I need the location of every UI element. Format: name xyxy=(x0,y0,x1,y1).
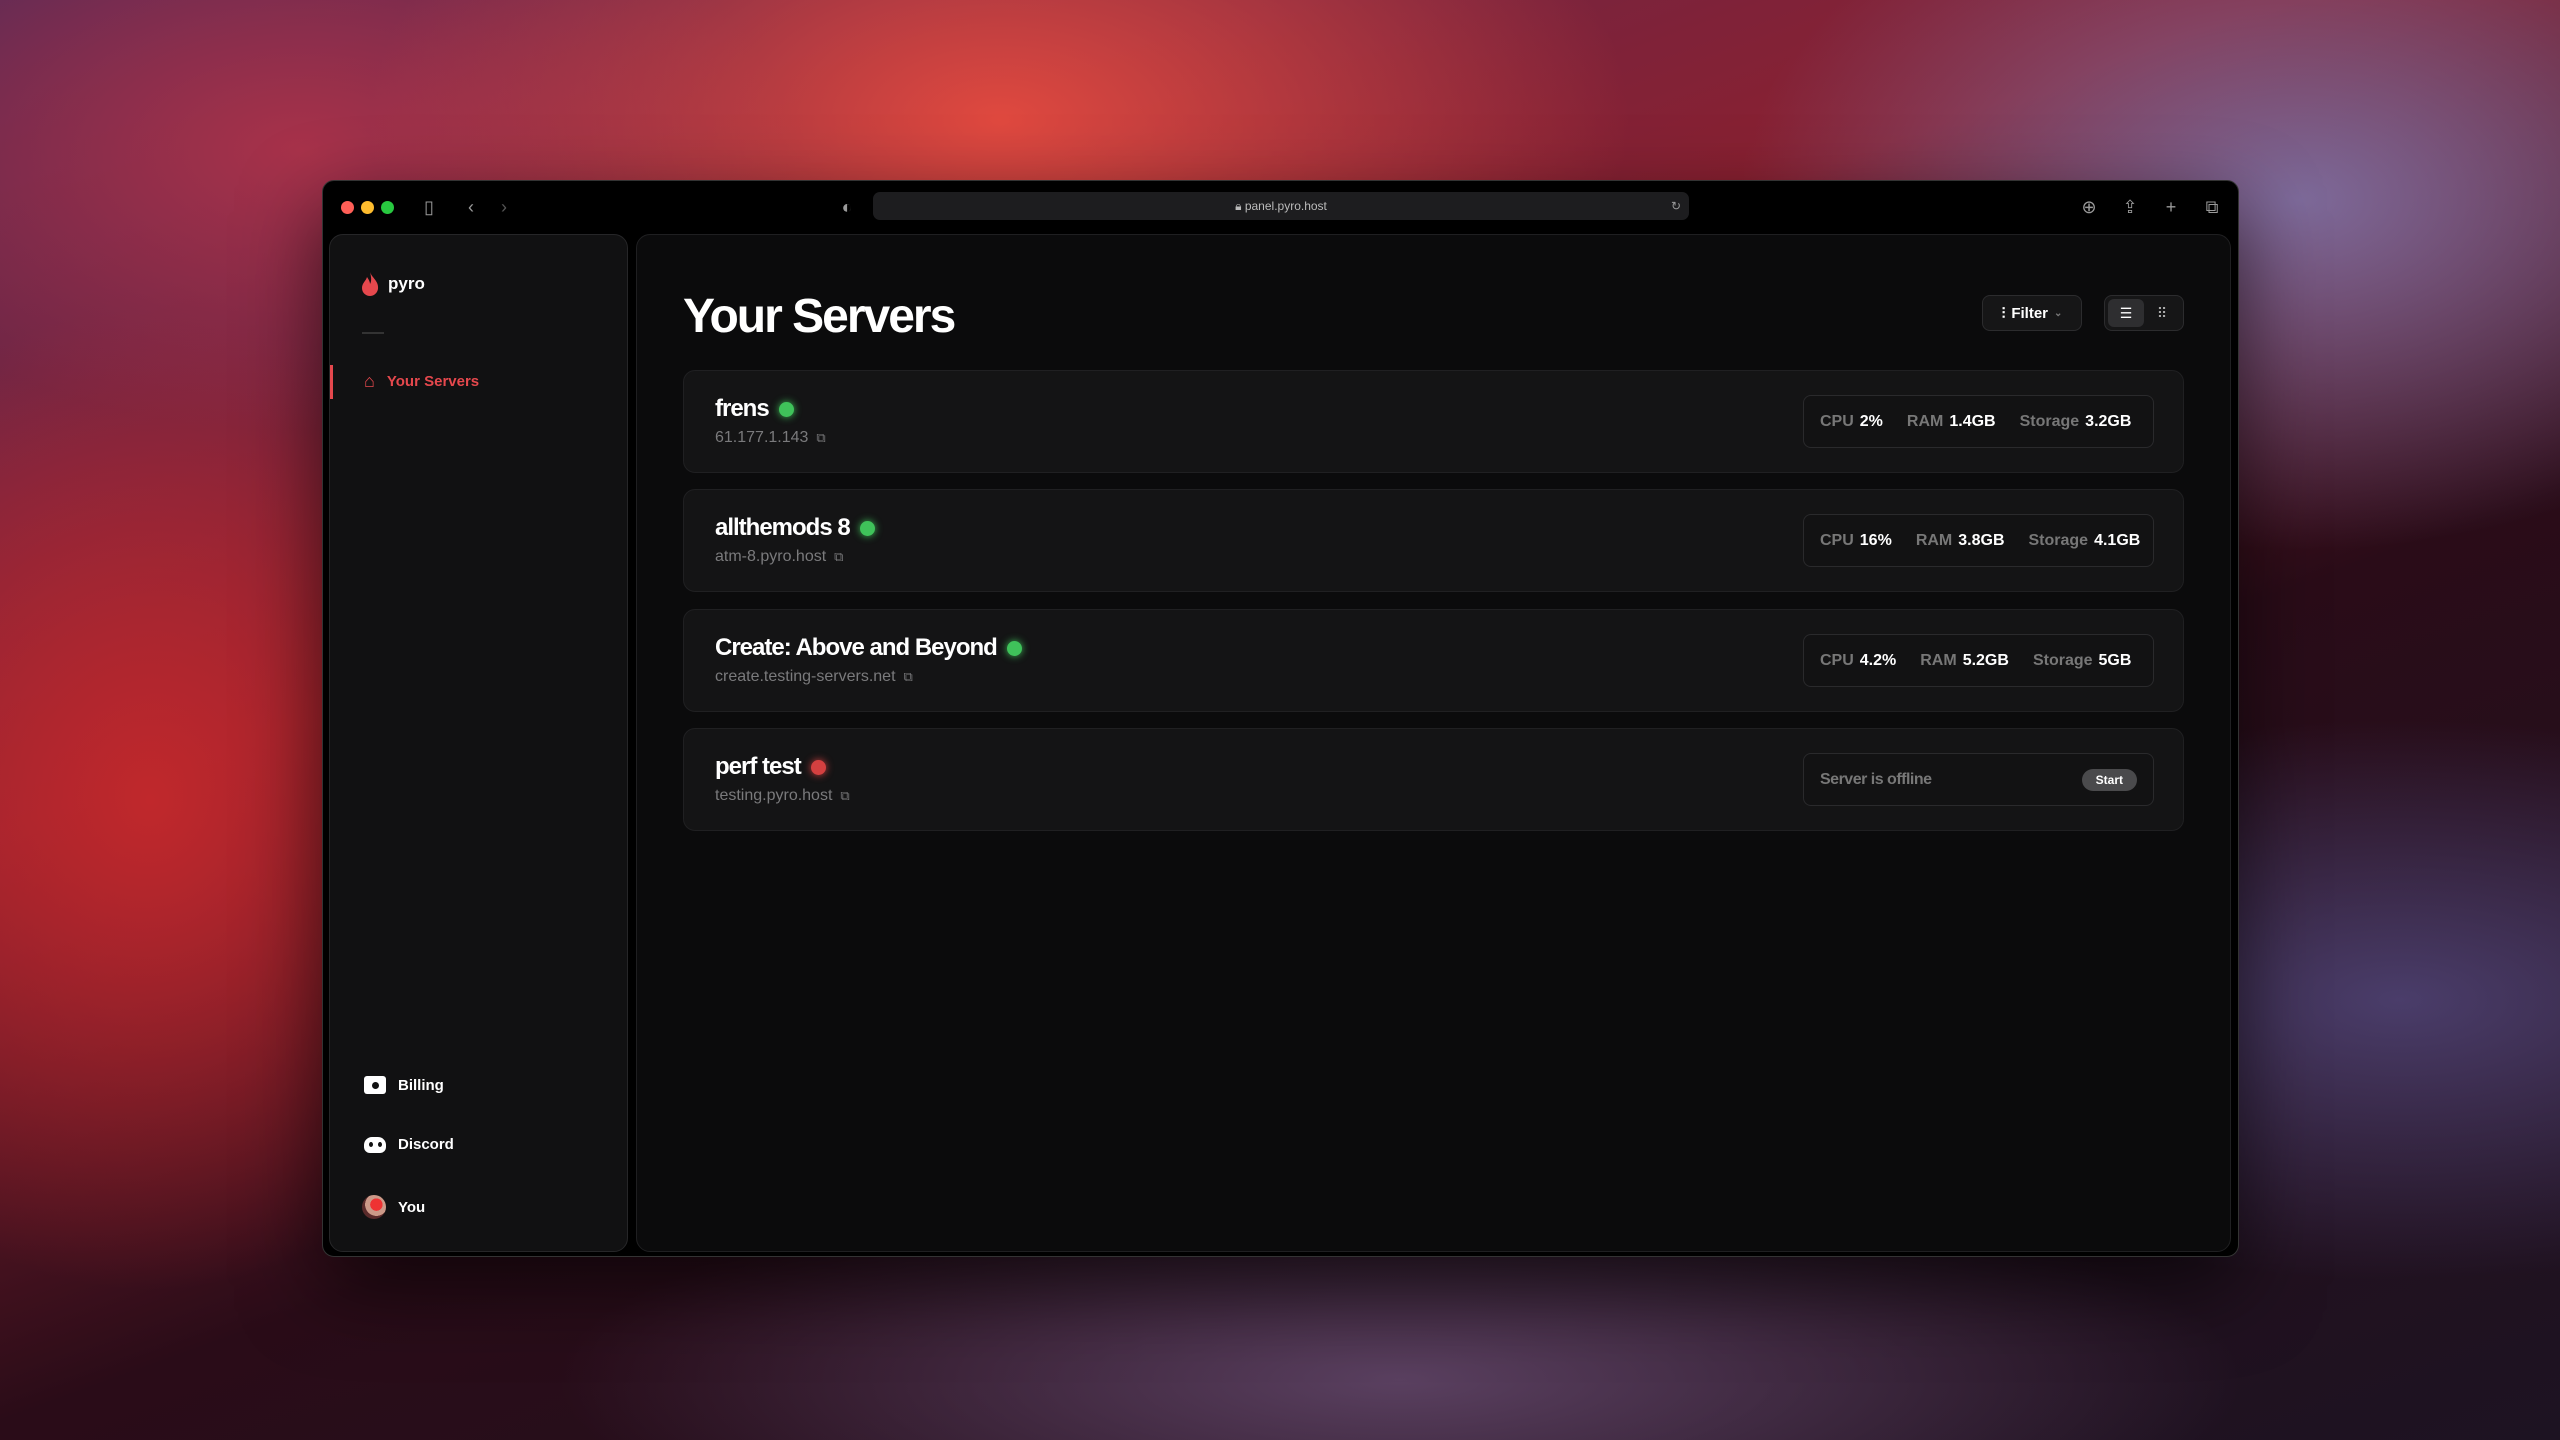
sidebar-item-label: You xyxy=(398,1199,425,1216)
stat-value: 3.8GB xyxy=(1958,532,2004,549)
main-content: Your Servers ⫶ Filter ⌄ ☰ ⠿ frens 61.177… xyxy=(636,234,2231,1252)
sliders-icon: ⫶ xyxy=(2002,305,2006,322)
stat-label: CPU xyxy=(1820,652,1854,669)
server-name[interactable]: perf test xyxy=(715,753,801,781)
list-icon: ☰ xyxy=(2120,305,2133,322)
server-name[interactable]: allthemods 8 xyxy=(715,514,850,542)
stat-value: 4.2% xyxy=(1860,652,1896,669)
reload-icon[interactable]: ↻ xyxy=(1671,192,1681,220)
server-stats: CPU 4.2% RAM 5.2GB Storage 5GB xyxy=(1803,634,2154,687)
sidebar-item-label: Billing xyxy=(398,1077,444,1094)
divider xyxy=(362,332,384,334)
server-card[interactable]: frens 61.177.1.143 ⧉ CPU 2% RAM 1.4GB Stora… xyxy=(683,370,2184,473)
zoom-window-button[interactable] xyxy=(381,201,394,214)
sidebar: pyro ⌂ Your Servers Billing Discord You xyxy=(329,234,628,1252)
downloads-icon[interactable]: ⊕ xyxy=(2077,195,2101,219)
server-stats: CPU 16% RAM 3.8GB Storage 4.1GB xyxy=(1803,514,2154,567)
browser-window: ▯ ‹ › ◐ 🔒︎ panel.pyro.host ↻ ⊕ ⇪ + ⧉ pyr… xyxy=(322,180,2239,1257)
stat-label: Storage xyxy=(2020,413,2080,430)
copy-icon[interactable]: ⧉ xyxy=(904,669,913,685)
active-indicator xyxy=(330,365,333,399)
server-address: 61.177.1.143 xyxy=(715,429,808,447)
close-window-button[interactable] xyxy=(341,201,354,214)
server-card[interactable]: perf test testing.pyro.host ⧉ Server is o… xyxy=(683,728,2184,831)
sidebar-item-label: Your Servers xyxy=(387,373,479,390)
lock-icon: 🔒︎ xyxy=(1235,199,1245,213)
server-stats: CPU 2% RAM 1.4GB Storage 3.2GB xyxy=(1803,395,2154,448)
stat-value: 16% xyxy=(1860,532,1892,549)
status-dot xyxy=(1007,641,1022,656)
storage-stat: Storage 3.2GB xyxy=(2020,413,2132,431)
billing-icon xyxy=(364,1076,386,1094)
copy-icon[interactable]: ⧉ xyxy=(816,430,825,446)
start-button[interactable]: Start xyxy=(2082,769,2137,791)
grid-icon: ⠿ xyxy=(2157,305,2167,322)
cpu-stat: CPU 2% xyxy=(1820,413,1883,431)
stat-label: RAM xyxy=(1920,652,1956,669)
server-name[interactable]: Create: Above and Beyond xyxy=(715,634,997,662)
stat-value: 2% xyxy=(1860,413,1883,430)
stat-value: 3.2GB xyxy=(2085,413,2131,430)
cpu-stat: CPU 4.2% xyxy=(1820,652,1896,670)
ram-stat: RAM 5.2GB xyxy=(1920,652,2009,670)
server-address: create.testing-servers.net xyxy=(715,668,896,686)
sidebar-item-billing[interactable]: Billing xyxy=(364,1076,444,1094)
stat-label: CPU xyxy=(1820,413,1854,430)
minimize-window-button[interactable] xyxy=(361,201,374,214)
stat-label: Storage xyxy=(2029,532,2089,549)
ram-stat: RAM 1.4GB xyxy=(1907,413,1996,431)
server-name[interactable]: frens xyxy=(715,395,769,423)
cpu-stat: CPU 16% xyxy=(1820,532,1892,550)
status-dot xyxy=(811,760,826,775)
brand-name: pyro xyxy=(388,274,425,294)
page-title: Your Servers xyxy=(683,289,954,344)
back-icon[interactable]: ‹ xyxy=(459,195,483,219)
sidebar-item-discord[interactable]: Discord xyxy=(364,1136,454,1153)
list-view-button[interactable]: ☰ xyxy=(2108,299,2144,327)
tab-overview-icon[interactable]: ⧉ xyxy=(2200,195,2224,219)
stat-label: RAM xyxy=(1907,413,1943,430)
browser-toolbar: ▯ ‹ › ◐ 🔒︎ panel.pyro.host ↻ ⊕ ⇪ + ⧉ xyxy=(323,181,2238,233)
sidebar-item-label: Discord xyxy=(398,1136,454,1153)
flame-icon xyxy=(360,271,380,297)
storage-stat: Storage 4.1GB xyxy=(2029,532,2141,550)
filter-button[interactable]: ⫶ Filter ⌄ xyxy=(1982,295,2082,331)
grid-view-button[interactable]: ⠿ xyxy=(2144,299,2180,327)
server-address: testing.pyro.host xyxy=(715,787,832,805)
server-offline-box: Server is offline Start xyxy=(1803,753,2154,806)
view-toggle: ☰ ⠿ xyxy=(2104,295,2184,331)
stat-label: RAM xyxy=(1916,532,1952,549)
status-dot xyxy=(860,521,875,536)
stat-value: 4.1GB xyxy=(2094,532,2140,549)
avatar xyxy=(362,1195,386,1219)
sidebar-item-you[interactable]: You xyxy=(362,1195,425,1219)
discord-icon xyxy=(364,1137,386,1153)
status-dot xyxy=(779,402,794,417)
stat-value: 5GB xyxy=(2099,652,2132,669)
filter-label: Filter xyxy=(2011,305,2048,322)
address-bar[interactable]: 🔒︎ panel.pyro.host ↻ xyxy=(873,192,1689,220)
forward-icon[interactable]: › xyxy=(492,195,516,219)
copy-icon[interactable]: ⧉ xyxy=(834,549,843,565)
copy-icon[interactable]: ⧉ xyxy=(840,788,849,804)
url-text: panel.pyro.host xyxy=(1245,199,1327,213)
stat-label: Storage xyxy=(2033,652,2093,669)
new-tab-icon[interactable]: + xyxy=(2159,195,2183,219)
sidebar-item-your-servers[interactable]: ⌂ Your Servers xyxy=(364,371,479,392)
stat-value: 5.2GB xyxy=(1963,652,2009,669)
server-card[interactable]: Create: Above and Beyond create.testing-… xyxy=(683,609,2184,712)
storage-stat: Storage 5GB xyxy=(2033,652,2131,670)
share-icon[interactable]: ⇪ xyxy=(2118,195,2142,219)
stat-label: CPU xyxy=(1820,532,1854,549)
ram-stat: RAM 3.8GB xyxy=(1916,532,2005,550)
chevron-down-icon: ⌄ xyxy=(2054,308,2062,319)
offline-text: Server is offline xyxy=(1820,771,1932,789)
home-icon: ⌂ xyxy=(364,371,375,392)
server-card[interactable]: allthemods 8 atm-8.pyro.host ⧉ CPU 16% RAM… xyxy=(683,489,2184,592)
sidebar-toggle-icon[interactable]: ▯ xyxy=(417,195,441,219)
stat-value: 1.4GB xyxy=(1949,413,1995,430)
privacy-shield-icon[interactable]: ◐ xyxy=(835,195,859,219)
server-address: atm-8.pyro.host xyxy=(715,548,826,566)
brand-logo[interactable]: pyro xyxy=(360,271,425,297)
